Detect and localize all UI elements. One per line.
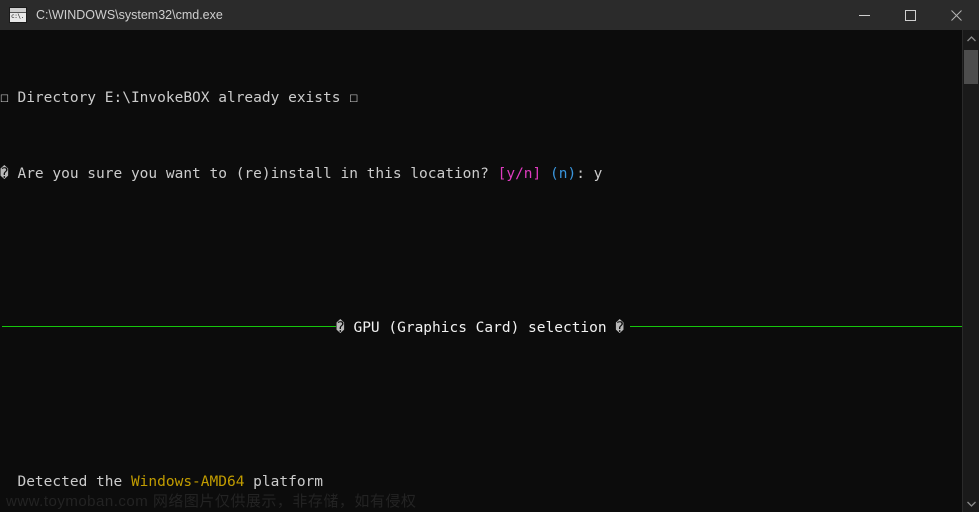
line-directory-exists: ☐ Directory E:\InvokeBOX already exists …: [0, 89, 962, 108]
title-bar[interactable]: C:\WINDOWS\system32\cmd.exe: [0, 0, 979, 30]
window-title: C:\WINDOWS\system32\cmd.exe: [36, 8, 223, 22]
header-rule-left: [2, 325, 336, 327]
box-glyph-trailing: ☐: [349, 89, 358, 106]
diamond-glyph-left: �: [336, 320, 345, 336]
platform-name: Windows-AMD64: [130, 473, 245, 490]
line-confirm-install: � Are you sure you want to (re)install i…: [0, 165, 962, 184]
vertical-scrollbar[interactable]: [962, 30, 979, 512]
scroll-thumb[interactable]: [964, 50, 978, 84]
confirm-colon: :: [576, 166, 594, 183]
console-output[interactable]: ☐ Directory E:\InvokeBOX already exists …: [0, 30, 962, 512]
header-gpu-selection: � GPU (Graphics Card) selection �: [0, 319, 962, 338]
box-glyph: ☐: [0, 89, 9, 106]
minimize-button[interactable]: [841, 0, 887, 30]
scroll-up-arrow-icon[interactable]: [963, 30, 979, 47]
confirm-question-text: Are you sure you want to (re)install in …: [8, 166, 498, 183]
cmd-console-icon: [9, 7, 27, 23]
yn-hint: [y/n]: [497, 166, 542, 183]
gpu-section-title: GPU (Graphics Card) selection: [344, 320, 616, 336]
header-rule-right: [630, 325, 962, 327]
maximize-button[interactable]: [887, 0, 933, 30]
confirm-answer: y: [593, 166, 603, 183]
detected-suffix: platform: [244, 473, 324, 490]
directory-exists-text: Directory E:\InvokeBOX already exists: [8, 89, 350, 106]
window-controls: [841, 0, 979, 30]
detected-prefix: Detected the: [0, 473, 131, 490]
line-detected-platform: Detected the Windows-AMD64 platform: [0, 473, 962, 492]
cmd-window: C:\WINDOWS\system32\cmd.exe ☐ Directory …: [0, 0, 979, 512]
diamond-glyph-right: �: [615, 320, 625, 336]
scroll-down-arrow-icon[interactable]: [963, 495, 979, 512]
close-button[interactable]: [933, 0, 979, 30]
default-answer-hint: (n): [550, 166, 577, 183]
diamond-glyph: �: [0, 166, 9, 183]
